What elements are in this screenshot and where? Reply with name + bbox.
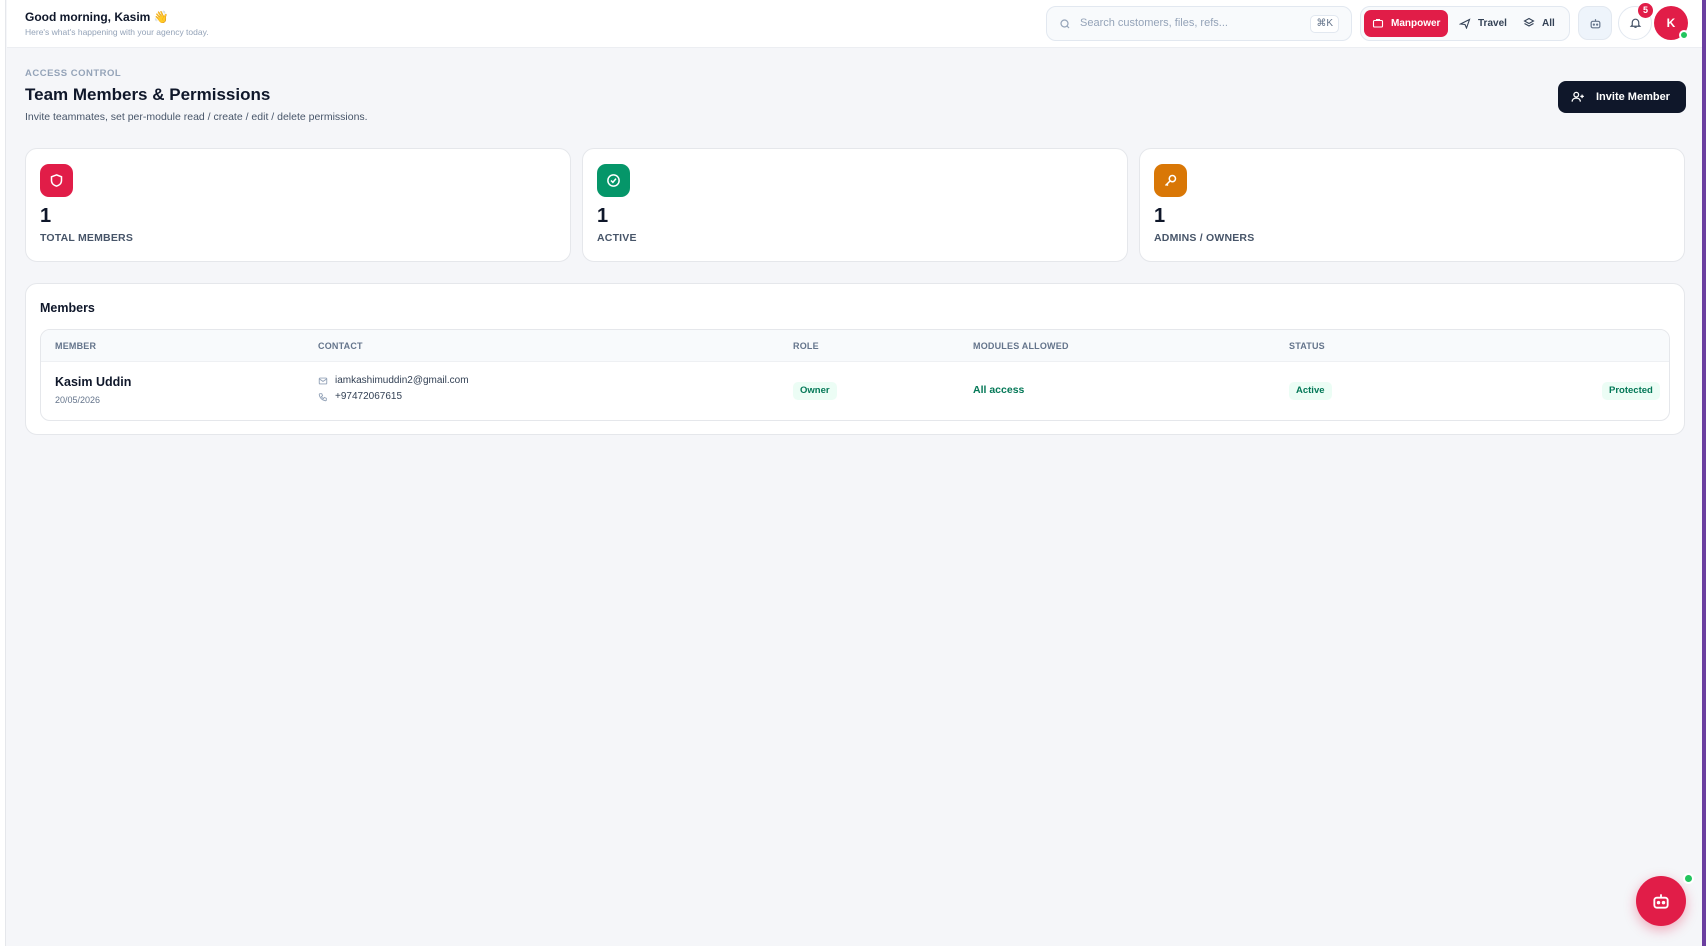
- stat-card-admins-owners: 1 ADMINS / OWNERS: [1139, 148, 1685, 262]
- member-phone-text: +97472067615: [335, 391, 403, 402]
- greeting-title: Good morning, Kasim 👋: [25, 10, 169, 24]
- invite-member-label: Invite Member: [1596, 91, 1670, 103]
- stat-value: 1: [40, 205, 52, 227]
- table-header: MEMBER CONTACT ROLE MODULES ALLOWED STAT…: [41, 330, 1669, 362]
- member-email[interactable]: iamkashimuddin2@gmail.com: [318, 375, 469, 386]
- chat-assistant-button[interactable]: [1636, 876, 1686, 926]
- page-title: Team Members & Permissions: [25, 85, 271, 104]
- robot-icon: [1589, 17, 1602, 35]
- column-header-status: STATUS: [1289, 341, 1325, 351]
- greeting: Good morning, Kasim 👋 Here's what's happ…: [25, 10, 209, 37]
- mode-label: Manpower: [1391, 18, 1441, 29]
- stat-value: 1: [597, 205, 609, 227]
- stat-card-active: 1 ACTIVE: [582, 148, 1128, 262]
- shield-icon: [40, 164, 73, 197]
- page-eyebrow: ACCESS CONTROL: [25, 68, 122, 79]
- modules-allowed: All access: [973, 384, 1025, 396]
- assistant-button[interactable]: [1578, 6, 1612, 40]
- greeting-subtitle: Here's what's happening with your agency…: [25, 27, 209, 37]
- stat-label: ACTIVE: [597, 232, 637, 244]
- mode-label: All: [1542, 18, 1555, 29]
- status-badge: Active: [1289, 382, 1332, 400]
- members-card: Members MEMBER CONTACT ROLE MODULES ALLO…: [25, 283, 1685, 435]
- assistant-online-dot: [1683, 873, 1694, 884]
- search-input[interactable]: Search customers, files, refs...: [1080, 17, 1228, 29]
- members-table: MEMBER CONTACT ROLE MODULES ALLOWED STAT…: [40, 329, 1670, 421]
- check-circle-icon: [597, 164, 630, 197]
- role-badge: Owner: [793, 382, 837, 400]
- search-icon: [1059, 17, 1071, 35]
- member-date: 20/05/2026: [55, 395, 101, 405]
- column-header-contact: CONTACT: [318, 341, 363, 351]
- stat-label: ADMINS / OWNERS: [1154, 232, 1255, 244]
- mode-all-button[interactable]: All: [1515, 10, 1567, 37]
- sidebar-edge: [0, 0, 6, 946]
- page-subtitle: Invite teammates, set per-module read / …: [25, 111, 368, 123]
- mode-travel-button[interactable]: Travel: [1451, 10, 1513, 37]
- column-header-modules: MODULES ALLOWED: [973, 341, 1069, 351]
- stat-card-total-members: 1 TOTAL MEMBERS: [25, 148, 571, 262]
- mode-label: Travel: [1478, 18, 1507, 29]
- member-email-text: iamkashimuddin2@gmail.com: [335, 375, 469, 386]
- protected-badge: Protected: [1602, 382, 1660, 400]
- member-phone[interactable]: +97472067615: [318, 391, 402, 402]
- top-bar: Good morning, Kasim 👋 Here's what's happ…: [7, 0, 1702, 48]
- column-header-member: MEMBER: [55, 341, 97, 351]
- bell-icon: [1629, 16, 1642, 35]
- search-shortcut: ⌘K: [1310, 15, 1339, 33]
- members-title: Members: [40, 301, 95, 315]
- stat-value: 1: [1154, 205, 1166, 227]
- invite-member-button[interactable]: Invite Member: [1558, 81, 1686, 113]
- member-name: Kasim Uddin: [55, 375, 132, 389]
- notification-badge: 5: [1638, 3, 1653, 18]
- column-header-role: ROLE: [793, 341, 819, 351]
- main-content: Good morning, Kasim 👋 Here's what's happ…: [7, 0, 1702, 946]
- table-row[interactable]: Kasim Uddin 20/05/2026 iamkashimuddin2@g…: [41, 362, 1669, 420]
- mode-switcher: Manpower Travel All: [1360, 6, 1570, 41]
- online-status-dot: [1679, 30, 1689, 40]
- mode-manpower-button[interactable]: Manpower: [1364, 10, 1448, 37]
- key-icon: [1154, 164, 1187, 197]
- search-box[interactable]: Search customers, files, refs... ⌘K: [1046, 6, 1352, 41]
- stat-label: TOTAL MEMBERS: [40, 232, 134, 244]
- window-edge: [1702, 0, 1706, 946]
